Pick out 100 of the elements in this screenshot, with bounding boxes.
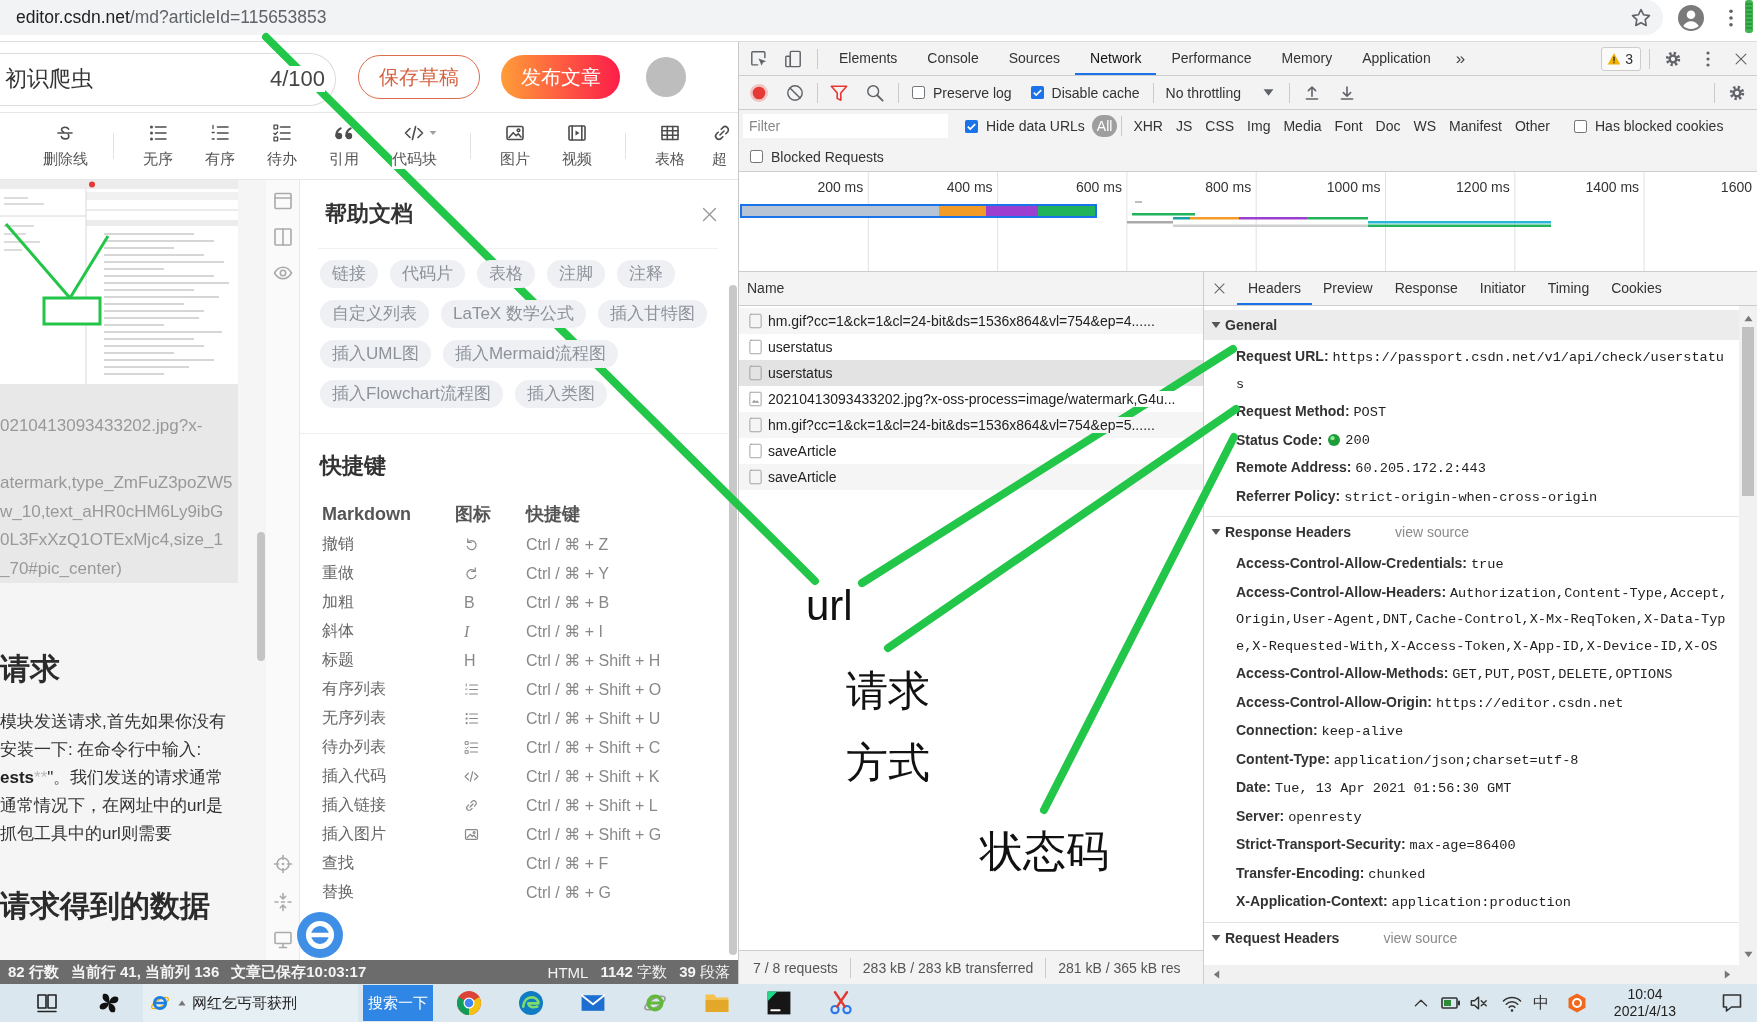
view-source-link[interactable]: view source	[1395, 524, 1469, 540]
format-glyph: B	[464, 593, 475, 612]
type-filter-button[interactable]: Manifest	[1444, 115, 1507, 137]
muted-speaker-icon[interactable]	[1470, 994, 1488, 1012]
panel-tab[interactable]: Elements	[824, 42, 913, 75]
inspect-icon[interactable]	[750, 49, 768, 68]
toolbar-button[interactable]: 超	[701, 113, 738, 179]
toolbar-button[interactable]: 视频	[546, 113, 608, 179]
throttling-dropdown[interactable]: No throttling	[1165, 84, 1274, 101]
checkbox[interactable]	[1574, 119, 1587, 133]
details-tab[interactable]: Headers	[1237, 272, 1312, 305]
type-filter-button[interactable]: CSS	[1200, 115, 1240, 137]
upload-icon[interactable]	[1304, 84, 1320, 101]
request-row[interactable]: saveArticle	[739, 464, 1203, 490]
panel-tab[interactable]: Application	[1347, 42, 1446, 75]
details-tab[interactable]: Timing	[1536, 272, 1601, 305]
scroll-down-icon[interactable]	[1743, 950, 1753, 959]
scrollbar-thumb[interactable]	[729, 285, 737, 955]
type-filter-button[interactable]: JS	[1170, 115, 1198, 137]
type-filter-button[interactable]: Font	[1329, 115, 1368, 137]
toolbar-button[interactable]: 代码块	[375, 113, 453, 179]
toolbar-button[interactable]: 删除线	[34, 113, 96, 179]
scroll-up-icon[interactable]	[1743, 314, 1753, 323]
bookmark-star-icon[interactable]	[1631, 7, 1651, 28]
details-tab[interactable]: Response	[1383, 272, 1469, 305]
toolbar-button[interactable]: 有序	[189, 113, 251, 179]
checkbox-label[interactable]: Preserve log	[933, 84, 1012, 101]
toolbar-button[interactable]: 表格	[639, 113, 701, 179]
record-icon[interactable]	[750, 83, 768, 102]
scroll-right-icon[interactable]	[1723, 970, 1732, 979]
section-header[interactable]: Response Headers view source	[1204, 517, 1739, 547]
input-method-indicator[interactable]: 中	[1533, 992, 1549, 1014]
settings-icon[interactable]	[1665, 50, 1681, 67]
checkbox[interactable]	[1030, 86, 1044, 99]
close-icon[interactable]	[701, 205, 718, 223]
toolbar-button[interactable]: 图片	[484, 113, 546, 179]
account-icon[interactable]	[1678, 5, 1704, 31]
bulleted-list-icon	[464, 711, 479, 726]
pinwheel-icon[interactable]	[97, 991, 121, 1015]
floating-logo-icon[interactable]	[297, 912, 343, 958]
browser-icon[interactable]	[457, 991, 481, 1015]
settings-icon[interactable]	[1729, 84, 1745, 101]
device-toolbar-icon[interactable]	[784, 49, 802, 68]
toolbar-button[interactable]: 引用	[313, 113, 375, 179]
toolbar-button[interactable]: 待办	[251, 113, 313, 179]
type-filter-button[interactable]: Media	[1278, 115, 1327, 137]
filter-icon[interactable]	[830, 83, 848, 102]
type-filter-button[interactable]: XHR	[1128, 115, 1168, 137]
panel-tab[interactable]: Console	[912, 42, 994, 75]
clear-icon[interactable]	[786, 83, 804, 102]
taskbar-app-button[interactable]: 网红乞丐哥获刑	[143, 984, 358, 1022]
app-icon[interactable]	[767, 991, 791, 1015]
close-icon[interactable]	[1734, 51, 1748, 66]
type-filter-button[interactable]: Img	[1242, 115, 1276, 137]
type-filter-button[interactable]: Other	[1510, 115, 1555, 137]
search-button[interactable]: 搜索一下	[363, 985, 433, 1021]
browser-icon[interactable]	[519, 991, 543, 1015]
download-icon[interactable]	[1339, 84, 1355, 101]
column-header: 快捷键	[526, 503, 580, 526]
details-tab[interactable]: Initiator	[1468, 272, 1537, 305]
notification-icon[interactable]	[1722, 993, 1742, 1013]
shortcut-name: 撤销	[322, 534, 354, 554]
section-header[interactable]: General	[1204, 310, 1739, 340]
task-view-icon[interactable]	[37, 993, 57, 1013]
toolbar-button[interactable]: 无序	[127, 113, 189, 179]
scrollbar-thumb[interactable]	[257, 532, 265, 661]
warnings-button[interactable]: 3	[1601, 46, 1641, 71]
type-filter-button[interactable]: WS	[1408, 115, 1442, 137]
save-draft-button[interactable]: 保存草稿	[358, 55, 480, 99]
checkbox-label[interactable]: Disable cache	[1051, 84, 1140, 101]
view-source-link[interactable]: view source	[1383, 929, 1458, 946]
scrollbar-thumb[interactable]	[1742, 327, 1754, 496]
checkbox[interactable]	[750, 150, 763, 163]
panel-tab[interactable]: Memory	[1266, 42, 1348, 75]
checkbox-label[interactable]: Blocked Requests	[771, 148, 884, 165]
checkbox[interactable]	[965, 119, 978, 133]
details-tab[interactable]: Cookies	[1600, 272, 1673, 305]
search-icon[interactable]	[866, 83, 884, 102]
request-row[interactable]: userstatus	[739, 360, 1203, 386]
checkbox-label[interactable]: Has blocked cookies	[1595, 118, 1724, 134]
request-row[interactable]: hm.gif?cc=1&ck=1&cl=24-bit&ds=1536x864&vl=754&ep=4......	[739, 308, 1203, 334]
scroll-left-icon[interactable]	[1212, 970, 1221, 979]
filter-field[interactable]: Filter	[743, 114, 948, 138]
clock-date[interactable]: 2021/4/13	[1613, 1003, 1677, 1020]
section-header[interactable]: Request Headers view source	[1204, 922, 1739, 953]
clock-time[interactable]: 10:04	[1627, 986, 1663, 1003]
close-icon[interactable]	[1213, 282, 1226, 295]
more-tabs-button[interactable]: »	[1445, 42, 1476, 75]
address-field[interactable]: editor.csdn.net/md?articleId=115653853	[0, 0, 1663, 35]
source-line: 0L3FxXzQ1OTExMjc4,size_1	[0, 529, 224, 551]
request-row[interactable]: hm.gif?cc=1&ck=1&cl=24-bit&ds=1536x864&vl=754&ep=5......	[739, 412, 1203, 438]
section-heading: 请求得到的数据	[0, 888, 211, 924]
panel-tab[interactable]: Performance	[1156, 42, 1267, 75]
name-column-header[interactable]: Name	[739, 272, 1203, 306]
checkbox-label[interactable]: Hide data URLs	[986, 118, 1085, 134]
type-filter-button[interactable]: Doc	[1370, 115, 1406, 137]
panel-tab[interactable]: Sources	[993, 42, 1076, 75]
checkbox[interactable]	[912, 86, 925, 99]
details-tab[interactable]: Preview	[1311, 272, 1384, 305]
scissors-icon[interactable]	[829, 991, 853, 1015]
